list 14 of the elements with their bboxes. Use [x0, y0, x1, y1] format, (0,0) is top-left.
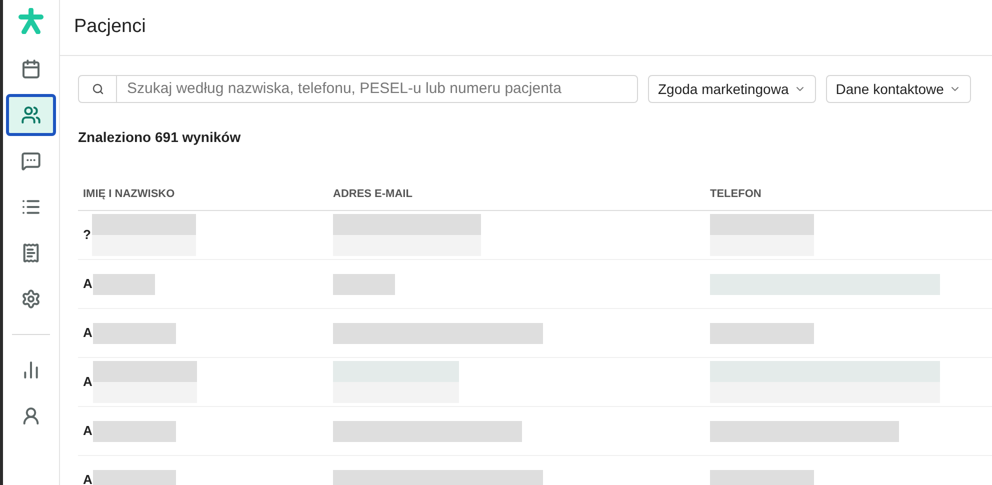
column-header: TELEFON — [710, 188, 762, 200]
table-cell-text: A — [83, 422, 92, 440]
column-header: IMIĘ I NAZWISKO — [83, 188, 175, 200]
table-cell-text: A — [83, 471, 92, 485]
table-cell-text: A — [83, 324, 92, 342]
column-header: ADRES E-MAIL — [333, 188, 412, 200]
results-count: Znaleziono 691 wyników — [77, 128, 242, 147]
table-cell-text: A — [83, 373, 92, 392]
filter-dropdown[interactable]: Dane kontaktowe — [826, 75, 971, 103]
table-cell-text: A — [83, 275, 92, 294]
search-field[interactable]: Szukaj według nazwiska, telefonu, PESEL-u lub numeru pacjenta — [78, 75, 638, 103]
table-cell-text: ? — [83, 226, 91, 244]
filter-dropdown[interactable]: Zgoda marketingowa — [648, 75, 816, 103]
page-title: Pacjenci — [74, 15, 146, 40]
